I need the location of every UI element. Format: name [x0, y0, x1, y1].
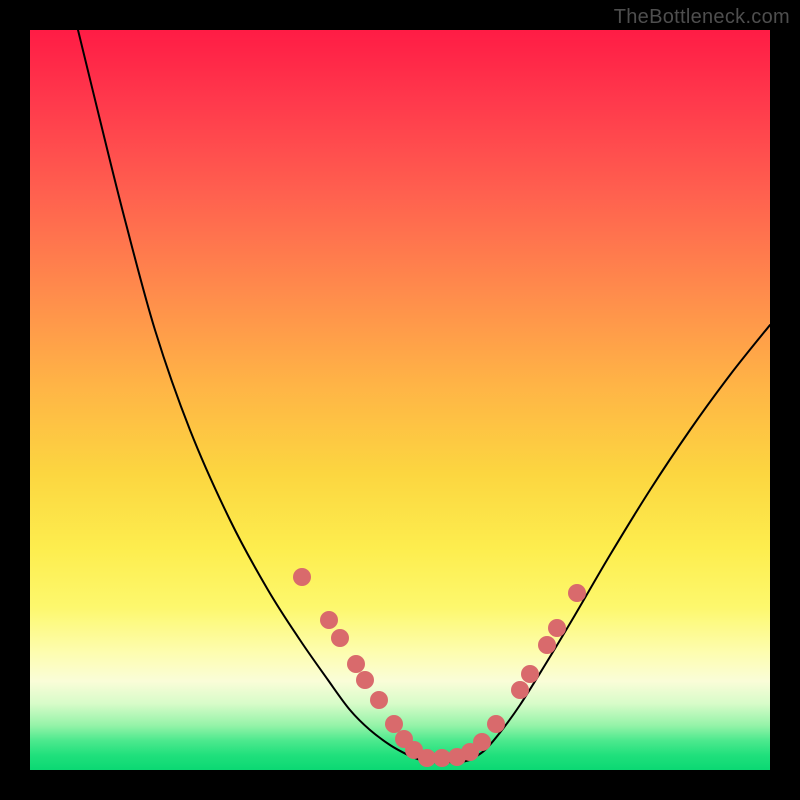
- highlight-dot: [568, 584, 586, 602]
- highlight-dot: [385, 715, 403, 733]
- highlight-dot: [370, 691, 388, 709]
- highlight-dot: [487, 715, 505, 733]
- watermark-text: TheBottleneck.com: [614, 6, 790, 29]
- dots-group: [293, 568, 586, 767]
- highlight-dot: [473, 733, 491, 751]
- chart-frame: TheBottleneck.com: [0, 0, 800, 800]
- highlight-dot: [331, 629, 349, 647]
- highlight-dot: [320, 611, 338, 629]
- highlight-dot: [511, 681, 529, 699]
- highlight-dot: [548, 619, 566, 637]
- chart-svg: [30, 30, 770, 770]
- plot-area: [30, 30, 770, 770]
- highlight-dot: [347, 655, 365, 673]
- highlight-dot: [521, 665, 539, 683]
- curve-group: [78, 30, 770, 762]
- highlight-dot: [538, 636, 556, 654]
- highlight-dot: [293, 568, 311, 586]
- highlight-dot: [356, 671, 374, 689]
- curve-left: [78, 30, 420, 760]
